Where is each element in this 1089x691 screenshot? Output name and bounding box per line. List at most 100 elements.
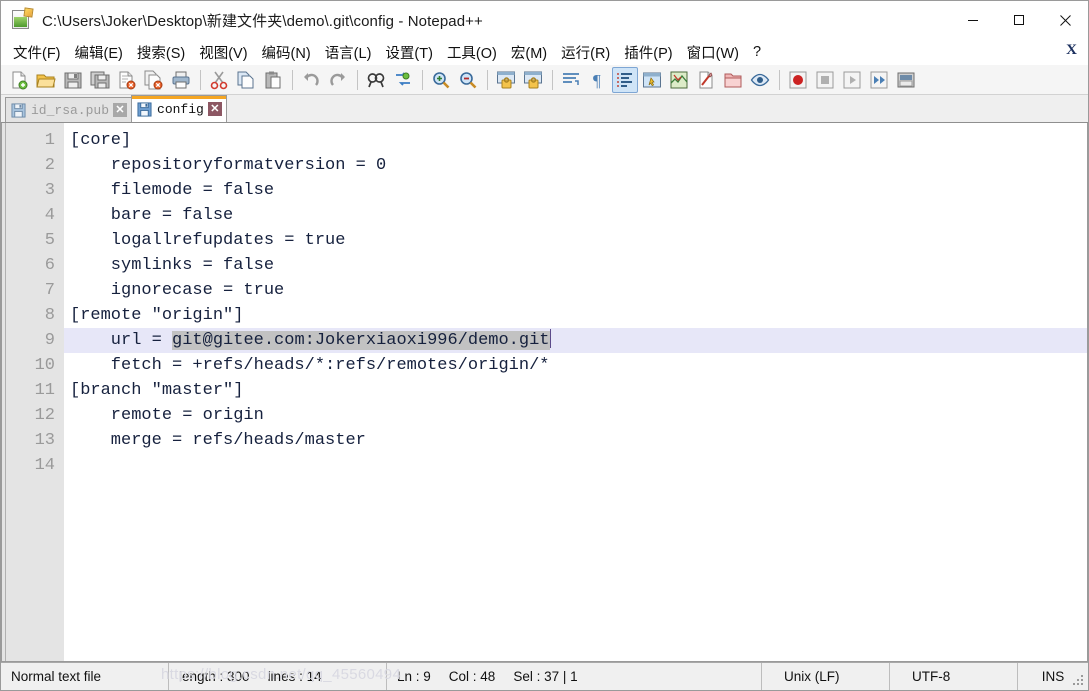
resize-grip[interactable] (1073, 675, 1085, 687)
replace-icon[interactable] (390, 67, 416, 93)
tab-close-icon[interactable]: ✕ (113, 103, 128, 117)
user-defined-language-icon[interactable] (639, 67, 665, 93)
macro-run-multiple-icon[interactable] (866, 67, 892, 93)
monitoring-icon[interactable] (747, 67, 773, 93)
tab-close-icon[interactable]: ✕ (207, 102, 222, 116)
minimize-icon[interactable] (950, 1, 996, 39)
macro-save-icon[interactable] (893, 67, 919, 93)
saved-file-icon (137, 101, 152, 117)
menu-help[interactable]: ? (746, 41, 768, 63)
toolbar-separator (552, 69, 553, 90)
show-all-characters-icon[interactable]: ¶ (585, 67, 611, 93)
menu-edit[interactable]: 编辑(E) (68, 39, 130, 66)
toolbar-separator (292, 69, 293, 90)
notepadpp-window: C:\Users\Joker\Desktop\新建文件夹\demo\.git\c… (0, 0, 1089, 691)
line-number: 11 (34, 381, 55, 400)
close-file-icon[interactable] (114, 67, 140, 93)
code-line: [branch "master"] (70, 381, 244, 400)
close-document-button[interactable]: X (1066, 42, 1077, 59)
title-bar: C:\Users\Joker\Desktop\新建文件夹\demo\.git\c… (1, 1, 1088, 39)
macro-play-icon[interactable] (839, 67, 865, 93)
code-line: [remote "origin"] (70, 306, 244, 325)
word-wrap-icon[interactable] (558, 67, 584, 93)
paste-icon[interactable] (260, 67, 286, 93)
cut-icon[interactable] (206, 67, 232, 93)
window-controls (950, 1, 1088, 39)
macro-record-icon[interactable] (785, 67, 811, 93)
line-number: 1 (44, 131, 55, 150)
save-icon[interactable] (60, 67, 86, 93)
line-number: 9 (44, 331, 55, 350)
editor-area[interactable]: 1 2 3 4 5 6 7 8 9 10 11 12 13 14 [core] … (1, 123, 1088, 662)
line-number: 7 (44, 281, 55, 300)
menu-window[interactable]: 窗口(W) (680, 39, 746, 66)
line-number: 2 (44, 156, 55, 175)
toolbar-separator (200, 69, 201, 90)
function-list-icon[interactable] (693, 67, 719, 93)
close-all-icon[interactable] (141, 67, 167, 93)
status-length: length : 300 (179, 669, 250, 684)
zoom-in-icon[interactable] (428, 67, 454, 93)
menu-file[interactable]: 文件(F) (6, 39, 68, 66)
line-number: 4 (44, 206, 55, 225)
find-icon[interactable] (363, 67, 389, 93)
show-indent-guide-icon[interactable] (612, 66, 638, 93)
status-eol-format[interactable]: Unix (LF) (762, 663, 890, 690)
tab-config[interactable]: config ✕ (131, 95, 227, 122)
status-sel: Sel : 37 | 1 (513, 669, 578, 684)
zoom-out-icon[interactable] (455, 67, 481, 93)
menu-view[interactable]: 视图(V) (192, 39, 254, 66)
maximize-icon[interactable] (996, 1, 1042, 39)
macro-stop-icon[interactable] (812, 67, 838, 93)
status-length-lines: length : 300 lines : 14 (169, 663, 387, 690)
close-icon[interactable] (1042, 1, 1088, 39)
menu-encoding[interactable]: 编码(N) (255, 39, 318, 66)
status-encoding[interactable]: UTF-8 (890, 663, 1018, 690)
status-bar: Normal text file length : 300 lines : 14… (1, 662, 1088, 690)
sync-horizontal-scroll-icon[interactable] (520, 67, 546, 93)
sync-vertical-scroll-icon[interactable] (493, 67, 519, 93)
new-file-icon[interactable] (6, 67, 32, 93)
folder-as-workspace-icon[interactable] (720, 67, 746, 93)
redo-icon[interactable] (325, 67, 351, 93)
tab-bar: id_rsa.pub ✕ config ✕ (1, 95, 1088, 123)
line-number: 13 (34, 431, 55, 450)
menu-settings[interactable]: 设置(T) (378, 39, 440, 66)
menu-search[interactable]: 搜索(S) (130, 39, 192, 66)
line-number: 12 (34, 406, 55, 425)
code-line: merge = refs/heads/master (70, 431, 366, 450)
toolbar-separator (487, 69, 488, 90)
code-line-prefix: url = (70, 331, 173, 350)
undo-icon[interactable] (298, 67, 324, 93)
notepad-plus-plus-icon (11, 7, 34, 31)
code-line: filemode = false (70, 181, 275, 200)
open-file-icon[interactable] (33, 67, 59, 93)
copy-icon[interactable] (233, 67, 259, 93)
tab-id-rsa-pub[interactable]: id_rsa.pub ✕ (5, 97, 133, 122)
toolbar-separator (779, 69, 780, 90)
document-map-icon[interactable] (666, 67, 692, 93)
status-caret-position: Ln : 9 Col : 48 Sel : 37 | 1 (387, 663, 762, 690)
code-line: [core] (70, 131, 132, 150)
save-all-icon[interactable] (87, 67, 113, 93)
toolbar: ¶ (1, 65, 1088, 95)
toolbar-separator (422, 69, 423, 90)
status-lines: lines : 14 (267, 669, 322, 684)
menu-macro[interactable]: 宏(M) (504, 39, 554, 66)
selected-text: git@gitee.com:Jokerxiaoxi996/demo.git (172, 331, 550, 350)
menu-bar: 文件(F) 编辑(E) 搜索(S) 视图(V) 编码(N) 语言(L) 设置(T… (1, 39, 1088, 65)
code-line: fetch = +refs/heads/*:refs/remotes/origi… (70, 356, 550, 375)
svg-text:¶: ¶ (593, 71, 601, 90)
menu-run[interactable]: 运行(R) (554, 39, 617, 66)
menu-plugins[interactable]: 插件(P) (617, 39, 679, 66)
code-text[interactable]: [core] repositoryformatversion = 0 filem… (64, 123, 1087, 661)
status-document-type[interactable]: Normal text file (1, 663, 169, 690)
line-number: 8 (44, 306, 55, 325)
text-caret (549, 329, 551, 348)
print-icon[interactable] (168, 67, 194, 93)
menu-tools[interactable]: 工具(O) (440, 39, 504, 66)
menu-language[interactable]: 语言(L) (318, 39, 379, 66)
tab-label: id_rsa.pub (31, 102, 110, 118)
code-line: bare = false (70, 206, 234, 225)
saved-file-icon (11, 102, 26, 118)
